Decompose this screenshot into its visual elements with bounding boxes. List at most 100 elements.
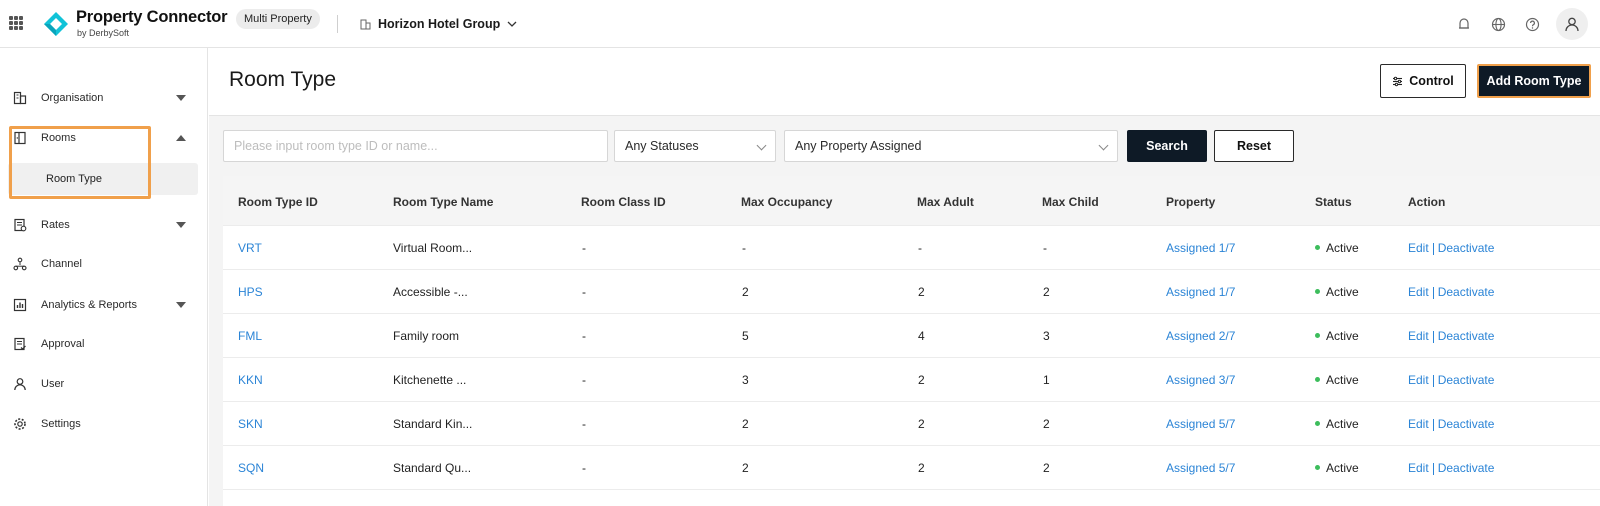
col-header-action: Action [1408, 195, 1446, 209]
notification-icon[interactable] [1454, 14, 1474, 34]
search-button[interactable]: Search [1127, 130, 1207, 162]
edit-link[interactable]: Edit [1408, 241, 1429, 255]
room-type-name: Standard Kin... [393, 417, 473, 431]
property-assigned-link[interactable]: Assigned 3/7 [1166, 373, 1235, 387]
property-assigned-link[interactable]: Assigned 1/7 [1166, 285, 1235, 299]
property-select[interactable]: Any Property Assigned [784, 130, 1118, 162]
chevron-down-icon [1098, 140, 1109, 151]
control-button[interactable]: Control [1380, 64, 1466, 98]
search-input[interactable] [223, 130, 608, 162]
sidebar-item-analytics-reports[interactable]: Analytics & Reports [0, 287, 208, 323]
col-header-room-class-id: Room Class ID [581, 195, 666, 209]
sidebar-item-rooms[interactable]: Rooms [0, 120, 208, 156]
status-cell: Active [1315, 241, 1359, 255]
user-avatar-icon[interactable] [1556, 8, 1588, 40]
status-dot-icon [1315, 333, 1320, 339]
room-type-id-link[interactable]: SQN [238, 461, 264, 475]
globe-icon[interactable] [1488, 14, 1508, 34]
deactivate-link[interactable]: Deactivate [1438, 285, 1495, 299]
max-adult: 4 [918, 329, 925, 343]
logo-icon [44, 12, 68, 36]
room-type-id-link[interactable]: HPS [238, 285, 263, 299]
action-cell: Edit Deactivate [1408, 373, 1494, 387]
room-type-id-link[interactable]: FML [238, 329, 262, 343]
sidebar-subitem-room-type[interactable]: Room Type [8, 163, 198, 195]
max-adult: 2 [918, 285, 925, 299]
header-actions [1454, 8, 1588, 40]
max-occupancy: 3 [742, 373, 749, 387]
help-icon[interactable] [1522, 14, 1542, 34]
col-header-max-occupancy: Max Occupancy [741, 195, 833, 209]
sidebar-item-channel[interactable]: Channel [0, 246, 208, 282]
room-type-name: Family room [393, 329, 460, 343]
edit-link[interactable]: Edit [1408, 461, 1429, 475]
room-class-id: - [582, 461, 586, 475]
sidebar-item-settings[interactable]: Settings [0, 406, 208, 442]
sidebar-item-approval[interactable]: Approval [0, 326, 208, 362]
action-cell: Edit Deactivate [1408, 241, 1494, 255]
room-class-id: - [582, 373, 586, 387]
deactivate-link[interactable]: Deactivate [1438, 461, 1495, 475]
building-icon [360, 19, 371, 29]
max-occupancy: 5 [742, 329, 749, 343]
chart-icon [12, 297, 28, 313]
action-cell: Edit Deactivate [1408, 285, 1494, 299]
status-dot-icon [1315, 377, 1320, 383]
sidebar-item-user[interactable]: User [0, 366, 208, 402]
room-type-name: Virtual Room... [393, 241, 473, 255]
sidebar-item-label: Rates [41, 219, 70, 231]
col-header-max-adult: Max Adult [917, 195, 974, 209]
room-type-id-link[interactable]: VRT [238, 241, 262, 255]
property-assigned-link[interactable]: Assigned 1/7 [1166, 241, 1235, 255]
max-child: 3 [1043, 329, 1050, 343]
sidebar-item-rates[interactable]: Rates [0, 207, 208, 243]
max-child: - [1043, 241, 1047, 255]
page-header: Room Type Control Add Room Type [209, 48, 1600, 116]
room-type-name: Standard Qu... [393, 461, 472, 475]
deactivate-link[interactable]: Deactivate [1438, 241, 1495, 255]
table-header: Room Type ID Room Type Name Room Class I… [223, 176, 1600, 226]
property-assigned-link[interactable]: Assigned 5/7 [1166, 417, 1235, 431]
edit-link[interactable]: Edit [1408, 285, 1429, 299]
room-class-id: - [582, 329, 586, 343]
max-child: 2 [1043, 461, 1050, 475]
status-text: Active [1326, 417, 1359, 431]
property-assigned-link[interactable]: Assigned 2/7 [1166, 329, 1235, 343]
room-type-id-link[interactable]: KKN [238, 373, 263, 387]
max-adult: 2 [918, 373, 925, 387]
sidebar-item-label: Analytics & Reports [41, 299, 137, 311]
room-type-id-link[interactable]: SKN [238, 417, 263, 431]
status-text: Active [1326, 329, 1359, 343]
max-occupancy: 2 [742, 285, 749, 299]
status-select[interactable]: Any Statuses [614, 130, 776, 162]
hotel-group-selector[interactable]: Horizon Hotel Group [360, 15, 517, 33]
sidebar-item-label: Organisation [41, 92, 104, 104]
action-divider [1432, 242, 1434, 255]
control-label: Control [1409, 74, 1454, 88]
door-icon [12, 130, 28, 146]
action-divider [1432, 418, 1434, 431]
sidebar-item-organisation[interactable]: Organisation [0, 80, 208, 116]
add-room-type-button[interactable]: Add Room Type [1477, 64, 1591, 98]
max-adult: 2 [918, 417, 925, 431]
action-divider [1432, 462, 1434, 475]
edit-link[interactable]: Edit [1408, 417, 1429, 431]
edit-link[interactable]: Edit [1408, 329, 1429, 343]
status-text: Active [1326, 461, 1359, 475]
rates-icon [12, 217, 28, 233]
sidebar-item-label: Settings [41, 418, 81, 430]
action-divider [1432, 330, 1434, 343]
sidebar-item-label: Channel [41, 258, 82, 270]
property-select-value: Any Property Assigned [795, 139, 922, 153]
sidebar: Organisation Rooms Room Type Rates Chann… [0, 48, 208, 506]
deactivate-link[interactable]: Deactivate [1438, 417, 1495, 431]
reset-button[interactable]: Reset [1214, 130, 1294, 162]
deactivate-link[interactable]: Deactivate [1438, 329, 1495, 343]
deactivate-link[interactable]: Deactivate [1438, 373, 1495, 387]
edit-link[interactable]: Edit [1408, 373, 1429, 387]
chevron-down-icon [756, 140, 767, 151]
property-assigned-link[interactable]: Assigned 5/7 [1166, 461, 1235, 475]
apps-grid-icon[interactable] [9, 16, 23, 30]
room-type-name: Kitchenette ... [393, 373, 467, 387]
action-cell: Edit Deactivate [1408, 329, 1494, 343]
